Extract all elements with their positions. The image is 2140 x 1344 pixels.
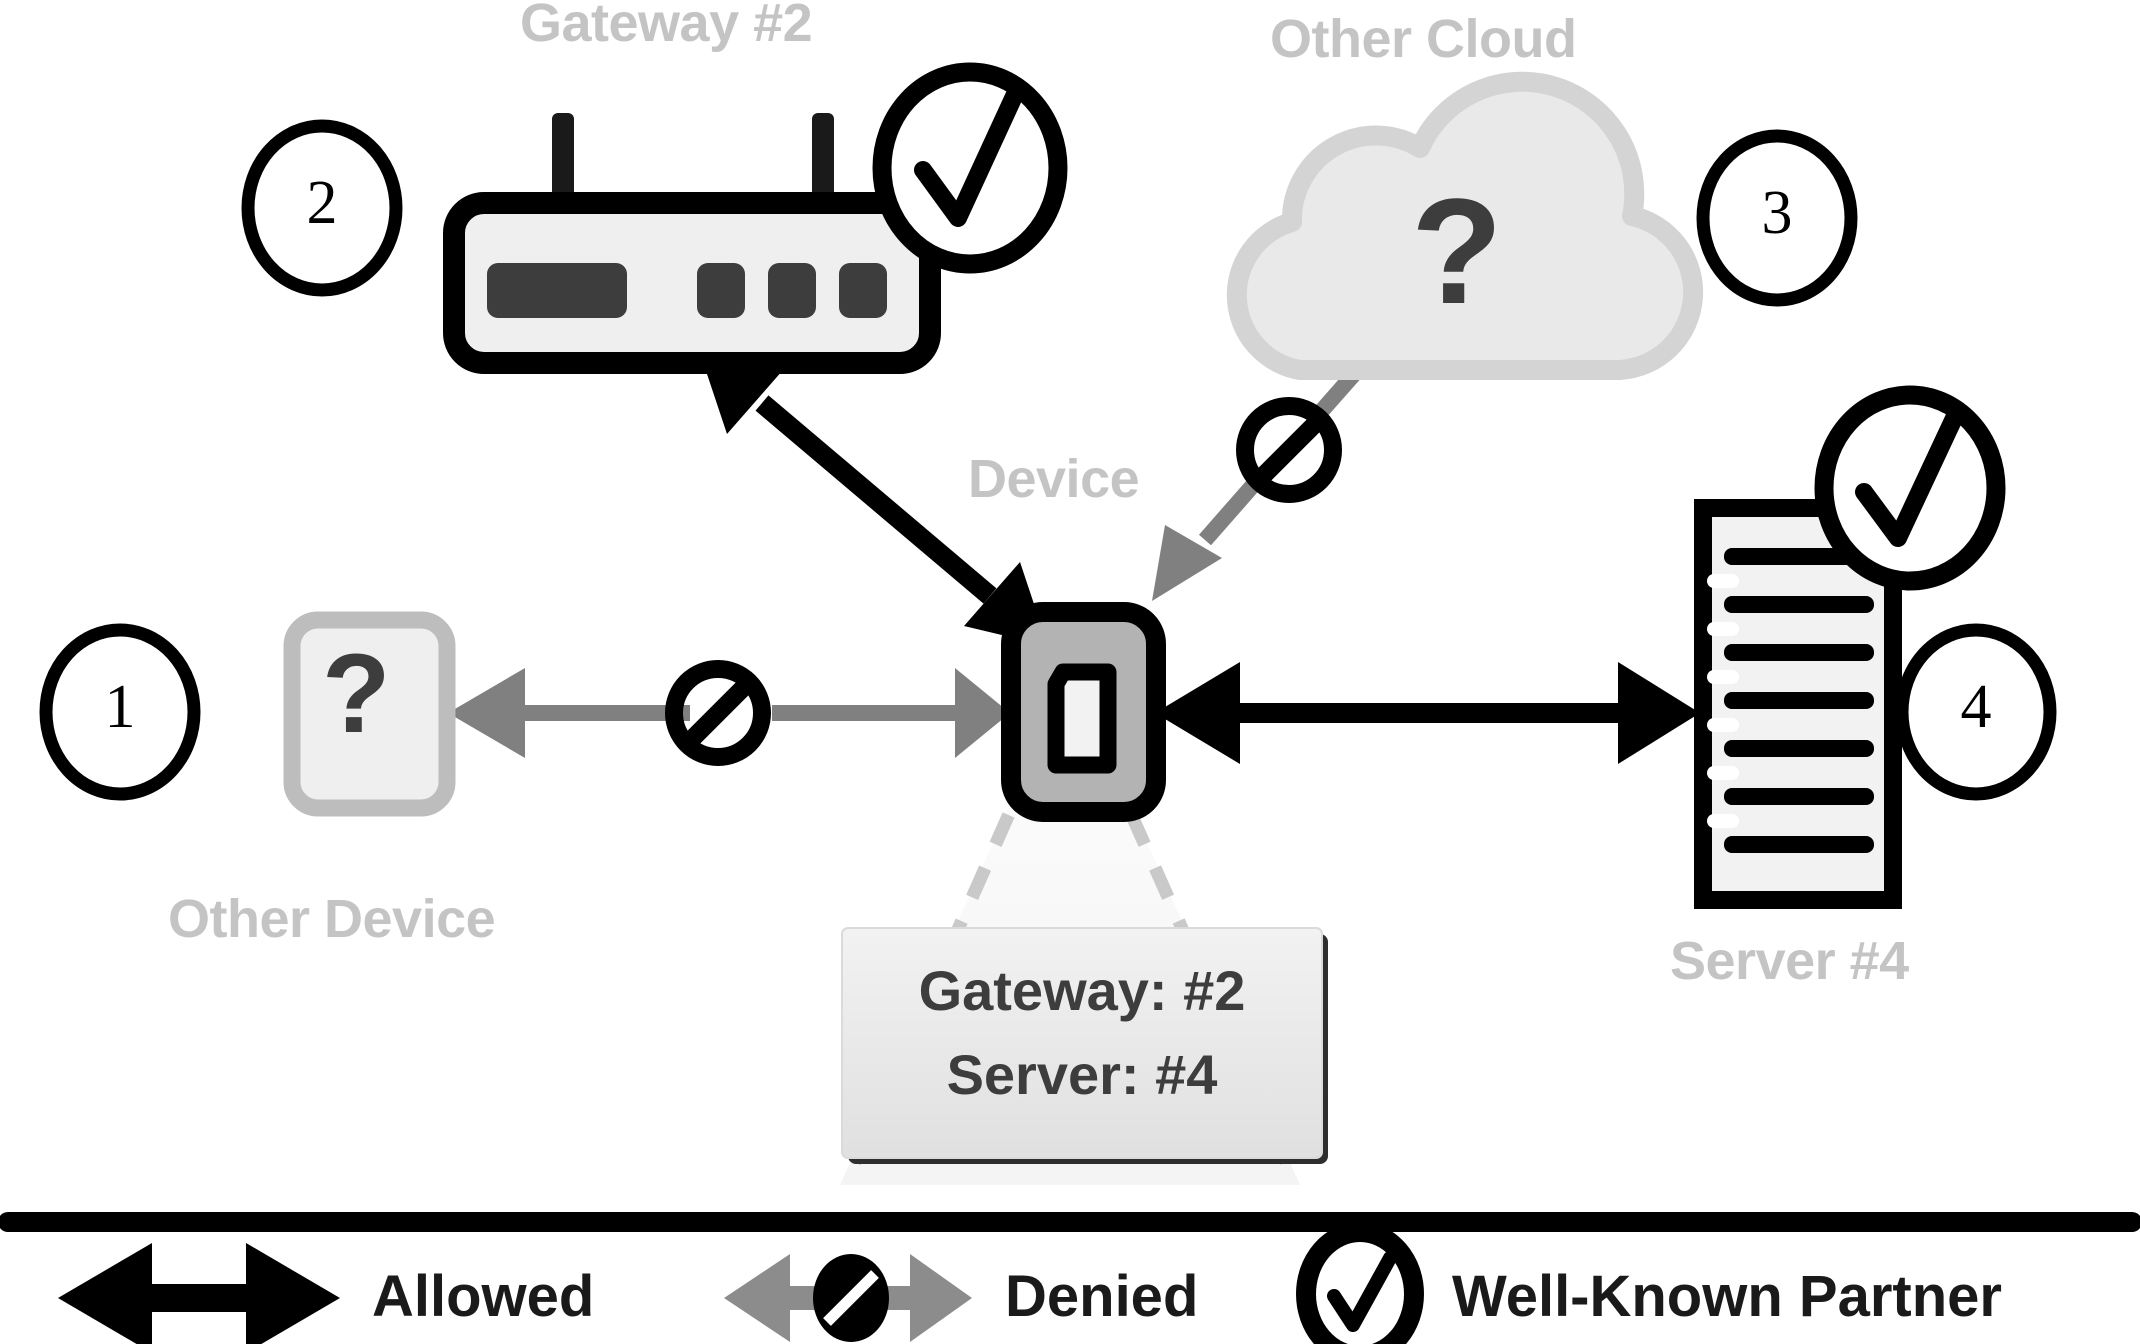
server-label: Server #4 — [1670, 931, 1909, 991]
legend-label-allowed: Allowed — [372, 1264, 595, 1329]
step-number-2: 2 — [306, 169, 338, 237]
device-node[interactable] — [1001, 602, 1166, 822]
callout-line-server: Server: #4 — [946, 1043, 1218, 1106]
other-device-question-icon: ? — [322, 631, 390, 756]
denied-icon-other-cloud — [1236, 397, 1342, 503]
connection-device-server — [1155, 662, 1700, 764]
legend-label-well-known-partner: Well-Known Partner — [1452, 1264, 2002, 1329]
gateway-router-node[interactable] — [443, 113, 941, 374]
other-cloud-label: Other Cloud — [1270, 9, 1577, 69]
other-cloud-question-icon: ? — [1411, 167, 1503, 335]
legend-icon-denied — [724, 1254, 972, 1342]
step-number-1: 1 — [104, 673, 136, 741]
device-label: Device — [968, 449, 1140, 509]
legend-label-denied: Denied — [1005, 1264, 1199, 1329]
legend-icon-allowed — [58, 1243, 340, 1344]
gateway-label: Gateway #2 — [520, 0, 813, 53]
well-known-partner-badge-server — [1814, 385, 2006, 591]
legend-icon-well-known-partner — [1296, 1222, 1424, 1344]
step-number-3: 3 — [1761, 179, 1793, 247]
diagram-canvas: Gateway #2 Other Cloud Device Other Devi… — [0, 0, 2140, 1344]
other-device-label: Other Device — [168, 889, 496, 949]
step-number-4: 4 — [1960, 673, 1992, 741]
well-known-partner-badge-gateway — [872, 62, 1068, 274]
callout-line-gateway: Gateway: #2 — [918, 959, 1246, 1022]
